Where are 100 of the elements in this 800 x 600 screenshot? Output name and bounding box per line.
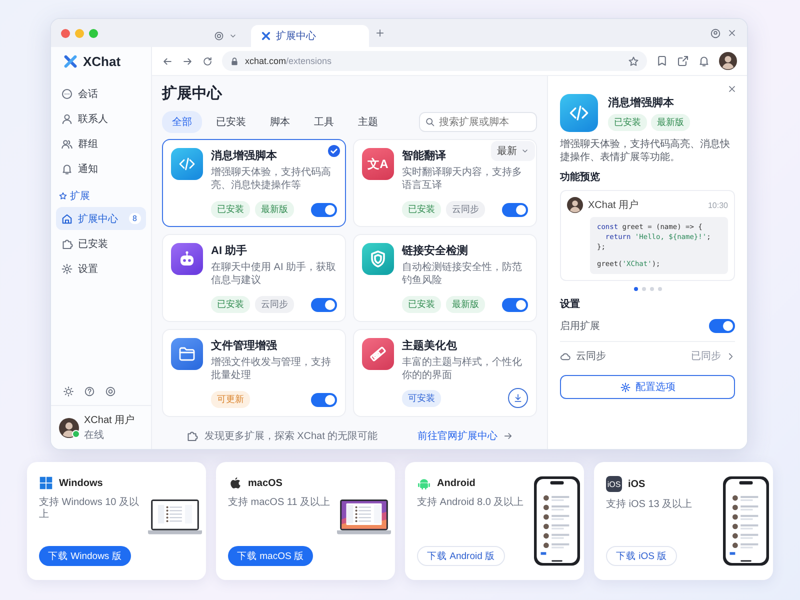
requirement-text: 支持 Android 8.0 及以上 [417,497,525,509]
arrow-icon [502,431,513,441]
close-icon[interactable] [727,28,737,38]
extension-name: 主题美化包 [402,338,457,353]
refresh-icon[interactable] [202,56,213,66]
sort-dropdown[interactable]: 最新 [491,141,535,161]
target-icon[interactable] [105,386,116,397]
ios-icon: iOS [606,476,622,492]
page-dot[interactable] [650,287,654,291]
filter-tab[interactable]: 全部 [162,111,202,133]
add-tab-icon[interactable] [375,28,385,38]
chevron-icon[interactable] [726,352,735,360]
extension-card[interactable]: 链接安全检测 自动检测链接安全性，防范钓鱼风险 已安装 最新版 [353,234,537,322]
address-bar[interactable]: xchat.com/extensions [222,51,647,71]
extension-name: 智能翻译 [402,148,446,163]
back-icon[interactable] [162,56,173,66]
extension-description: 实时翻译聊天内容，支持多语言互译 [402,166,523,192]
extension-description: 增强聊天体验，支持代码高亮、消息快捷操作等 [211,166,332,192]
filter-tab[interactable]: 已安装 [206,111,256,133]
close-button[interactable] [61,28,70,38]
sync-status: 已同步 [691,350,721,363]
requirement-text: 支持 macOS 11 及以上 [228,497,332,509]
cloud-icon [560,350,571,362]
search-field[interactable]: 搜索扩展或脚本 [419,112,537,132]
sidebar-item[interactable]: 扩展中心 8 [56,207,146,230]
toggle-switch[interactable] [502,202,528,216]
help-icon[interactable] [84,386,95,397]
extension-card[interactable]: AI 助手 在聊天中使用 AI 助手，获取信息与建议 已安装 云同步 [162,234,346,322]
website-link[interactable]: 前往官网扩展中心 [418,429,513,443]
puzzle-icon [61,238,73,250]
message-time: 10:30 [708,200,728,210]
search-icon [425,117,435,127]
filter-tab[interactable]: 脚本 [260,111,300,133]
windows-icon [39,476,53,490]
puzzle-icon [186,430,198,442]
avatar [719,52,737,70]
setting-label: 启用扩展 [560,320,600,333]
page-dot[interactable] [634,287,638,291]
folder-icon [171,338,203,370]
config-button[interactable]: 配置选项 [560,375,735,399]
toggle-switch[interactable] [311,298,337,312]
user-name: XChat 用户 [588,198,639,212]
filter-tab[interactable]: 主题 [348,111,388,133]
check-icon [328,145,340,157]
house-icon [61,212,73,224]
status-tag: 云同步 [446,201,485,218]
avatar [567,197,583,213]
extension-card[interactable]: 消息增强脚本 增强聊天体验，支持代码高亮、消息快捷操作等 已安装 最新版 [162,139,346,227]
extension-description: 增强聊天体验，支持代码高亮、消息快捷操作、表情扩展等功能。 [560,138,731,164]
extension-card[interactable]: 文件管理增强 增强文件收发与管理，支持批量处理 可更新 [162,329,346,417]
sidebar-item[interactable]: 联系人 [56,107,146,130]
section-title: 功能预览 [560,170,601,184]
toggle-switch[interactable] [709,319,735,333]
status-tag: 已安装 [608,114,647,131]
close-icon[interactable] [727,84,737,94]
browser-tab[interactable]: 扩展中心 [251,25,369,47]
android-icon [417,476,431,490]
sidebar-item[interactable]: 会话 [56,82,146,105]
download-button[interactable]: 下载 macOS 版 [228,546,313,566]
sidebar-item[interactable]: 通知 [56,157,146,180]
status-tag: 已安装 [402,296,441,313]
extension-card[interactable]: 主题美化包 丰富的主题与样式，个性化你的的界面 可安装 [353,329,537,417]
platform-name: Windows [59,478,103,488]
share-icon[interactable] [677,55,689,67]
apple-icon [228,476,242,490]
page-dot[interactable] [642,287,646,291]
bookmark-icon[interactable] [656,55,668,67]
code-icon [171,148,203,180]
sidebar-item[interactable]: 群组 [56,132,146,155]
extension-name: 链接安全检测 [402,244,468,258]
requirement-text: 支持 Windows 10 及以上 [39,497,140,521]
logo-icon [63,54,78,68]
toggle-switch[interactable] [311,392,337,406]
filter-tab[interactable]: 工具 [304,111,344,133]
extension-description: 自动检测链接安全性，防范钓鱼风险 [402,261,523,287]
star-icon [59,192,67,200]
sidebar-item[interactable]: 设置 [56,257,146,280]
chat-icon [61,88,73,100]
section-title: 设置 [560,298,581,311]
sun-icon[interactable] [63,386,74,397]
ruler-icon [362,338,394,370]
shield-icon [362,243,394,275]
status-tag: 最新版 [446,296,485,313]
star-icon[interactable] [628,56,639,66]
page-title: 扩展中心 [162,84,224,103]
page-dot[interactable] [658,287,662,291]
download-button[interactable]: 下载 iOS 版 [606,546,678,566]
toggle-switch[interactable] [502,298,528,312]
status-tag: 已安装 [402,201,441,218]
forward-icon[interactable] [182,56,193,66]
extension-description: 在聊天中使用 AI 助手，获取信息与建议 [211,261,337,287]
sidebar-item[interactable]: 已安装 [56,232,146,255]
bell-icon[interactable] [698,55,710,67]
status-tag: 可更新 [211,391,250,408]
download-button[interactable]: 下载 Windows 版 [39,546,131,566]
download-button[interactable]: 下载 Android 版 [417,546,506,566]
toggle-switch[interactable] [311,202,337,216]
caret-icon [229,32,237,40]
download-button[interactable] [508,388,528,408]
platform-name: iOS [628,478,646,490]
